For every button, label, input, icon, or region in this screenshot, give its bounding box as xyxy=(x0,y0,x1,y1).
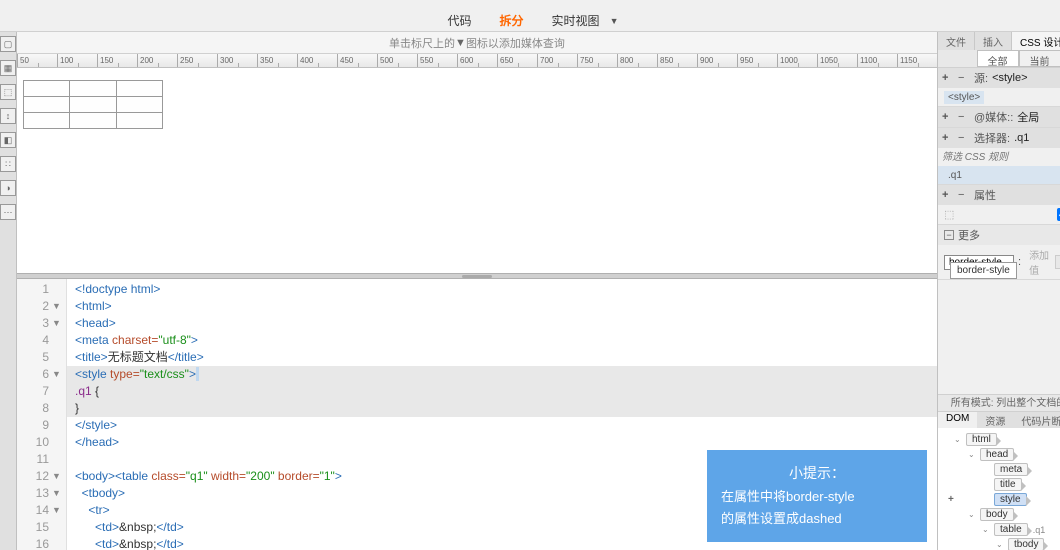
add-property-button[interactable]: + xyxy=(942,189,954,201)
ruler-tick: 1000 xyxy=(777,54,817,67)
live-preview-pane[interactable] xyxy=(17,68,937,273)
media-query-hint: 单击标尺上的▼图标以添加媒体查询 xyxy=(17,32,937,54)
properties-label: 属性 xyxy=(974,187,996,203)
selector-search-input[interactable] xyxy=(938,150,1060,165)
ruler-tick: 1150 xyxy=(897,54,937,67)
remove-selector-button[interactable]: − xyxy=(958,132,970,144)
tool-icon-8[interactable]: ⋯ xyxy=(0,204,16,220)
source-value: <style> xyxy=(992,72,1027,84)
subtab-current[interactable]: 当前 xyxy=(1019,50,1060,67)
ruler-tick: 800 xyxy=(617,54,657,67)
dom-node-title[interactable]: title xyxy=(940,477,1060,492)
source-item[interactable]: <style> xyxy=(944,91,984,104)
view-tab-split[interactable]: 拆分 xyxy=(494,10,530,31)
view-tab-code[interactable]: 代码 xyxy=(442,10,478,31)
tool-icon-6[interactable]: ∷ xyxy=(0,156,16,172)
dom-node-html[interactable]: ⌄html xyxy=(940,432,1060,447)
dom-node-head[interactable]: ⌄head xyxy=(940,447,1060,462)
ruler-tick: 100 xyxy=(57,54,97,67)
selector-value: .q1 xyxy=(1014,132,1029,144)
ruler-tick: 50 xyxy=(17,54,57,67)
tool-icon-1[interactable]: ▢ xyxy=(0,36,16,52)
layout-icon[interactable]: ⬚ xyxy=(944,208,954,221)
right-panel: 文件 插入 CSS 设计器 全部 当前 + − 源: <style> <styl… xyxy=(937,32,1060,550)
ruler-tick: 650 xyxy=(497,54,537,67)
tool-icon-4[interactable]: ↕ xyxy=(0,108,16,124)
tool-icon-2[interactable]: ▦ xyxy=(0,60,16,76)
view-mode-tabs: 代码 拆分 实时视图 ▼ xyxy=(0,10,1060,32)
dom-tab-snippets[interactable]: 代码片断 xyxy=(1013,412,1060,428)
ruler-tick: 850 xyxy=(657,54,697,67)
toolbar-spacer xyxy=(0,0,1060,10)
horizontal-ruler[interactable]: 5010015020025030035040045050055060065070… xyxy=(17,54,937,68)
ruler-tick: 1100 xyxy=(857,54,897,67)
ruler-tick: 250 xyxy=(177,54,217,67)
ruler-tick: 400 xyxy=(297,54,337,67)
add-source-button[interactable]: + xyxy=(942,72,954,84)
colon-sep: : xyxy=(1018,256,1021,268)
subtab-all[interactable]: 全部 xyxy=(977,50,1019,67)
remove-media-button[interactable]: − xyxy=(958,111,970,123)
dom-tree[interactable]: ⌄html⌄headmetatitle+style⌄body⌄table.q1⌄… xyxy=(938,428,1060,550)
remove-source-button[interactable]: − xyxy=(958,72,970,84)
dom-node-meta[interactable]: meta xyxy=(940,462,1060,477)
ruler-tick: 500 xyxy=(377,54,417,67)
left-toolbar: ▢ ▦ ⬚ ↕ ◧ ∷ ◑ ⋯ xyxy=(0,32,17,550)
ruler-tick: 450 xyxy=(337,54,377,67)
dom-node-style[interactable]: +style xyxy=(940,492,1060,507)
view-tab-live[interactable]: 实时视图 xyxy=(546,10,606,31)
dom-tab-resources[interactable]: 资源 xyxy=(977,412,1013,428)
add-media-button[interactable]: + xyxy=(942,111,954,123)
source-label: 源: xyxy=(974,70,988,86)
mode-status-bar: 所有模式: 列出整个文档的规则 xyxy=(938,394,1060,412)
preview-table[interactable] xyxy=(23,80,163,129)
autocomplete-popup[interactable]: border-style xyxy=(950,262,1017,279)
panel-tab-file[interactable]: 文件 xyxy=(938,32,975,50)
chevron-down-icon[interactable]: ▼ xyxy=(610,16,619,26)
ruler-tick: 350 xyxy=(257,54,297,67)
code-editor[interactable]: 12▼3▼456▼789101112▼13▼14▼15161718 <!doct… xyxy=(17,279,937,550)
ruler-tick: 550 xyxy=(417,54,457,67)
remove-property-button[interactable]: − xyxy=(958,189,970,201)
collapse-icon[interactable]: − xyxy=(944,230,954,240)
ruler-tick: 200 xyxy=(137,54,177,67)
dom-tab-dom[interactable]: DOM xyxy=(938,412,977,428)
tool-icon-5[interactable]: ◧ xyxy=(0,132,16,148)
dom-node-tbody[interactable]: ⌄tbody xyxy=(940,537,1060,550)
ruler-tick: 1050 xyxy=(817,54,857,67)
dom-node-table[interactable]: ⌄table.q1 xyxy=(940,522,1060,537)
hint-tooltip: 小提示： 在属性中将border-style 的属性设置成dashed xyxy=(707,450,927,542)
dom-node-body[interactable]: ⌄body xyxy=(940,507,1060,522)
tool-icon-3[interactable]: ⬚ xyxy=(0,84,16,100)
ruler-tick: 750 xyxy=(577,54,617,67)
ruler-tick: 600 xyxy=(457,54,497,67)
tool-icon-7[interactable]: ◑ xyxy=(0,180,16,196)
panel-tab-css[interactable]: CSS 设计器 xyxy=(1012,32,1060,50)
ruler-tick: 700 xyxy=(537,54,577,67)
media-value: 全局 xyxy=(1017,109,1039,125)
add-selector-button[interactable]: + xyxy=(942,132,954,144)
media-label: @媒体:: xyxy=(974,109,1013,125)
value-swatch[interactable] xyxy=(1055,255,1060,269)
selector-item[interactable]: .q1 xyxy=(944,169,966,182)
line-gutter: 12▼3▼456▼789101112▼13▼14▼15161718 xyxy=(17,279,67,550)
property-value-placeholder[interactable]: 添加值 xyxy=(1029,247,1051,277)
selector-label: 选择器: xyxy=(974,130,1010,146)
more-label: 更多 xyxy=(958,227,980,243)
panel-tab-insert[interactable]: 插入 xyxy=(975,32,1012,50)
ruler-tick: 950 xyxy=(737,54,777,67)
ruler-tick: 150 xyxy=(97,54,137,67)
ruler-tick: 900 xyxy=(697,54,737,67)
ruler-tick: 300 xyxy=(217,54,257,67)
